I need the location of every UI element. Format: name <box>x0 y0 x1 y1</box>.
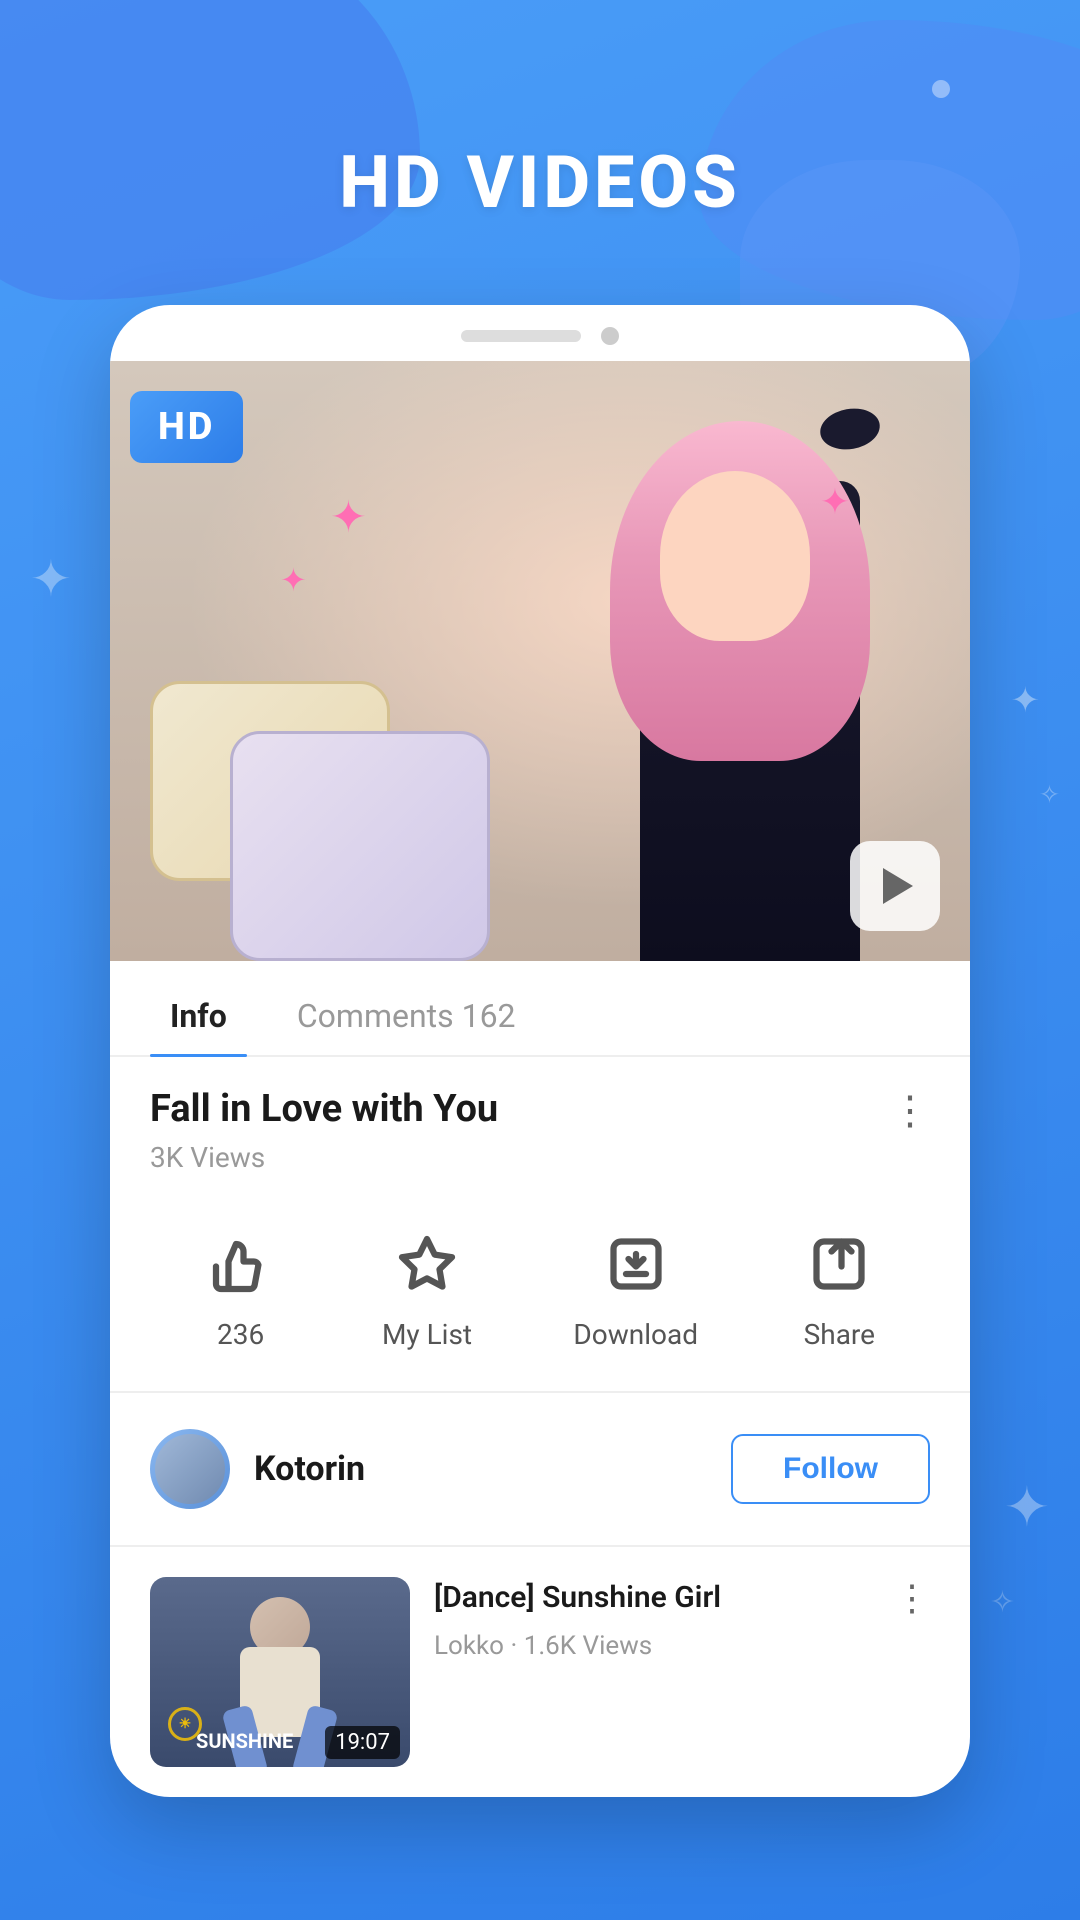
video-duration: 19:07 <box>325 1726 400 1759</box>
avatar-image <box>155 1434 225 1504</box>
hd-badge: HD <box>130 391 243 463</box>
sunshine-text: SUNSHINE <box>196 1729 293 1753</box>
tab-comments[interactable]: Comments 162 <box>277 971 536 1055</box>
actions-row: 236 My List Download <box>110 1204 970 1393</box>
notch-pill <box>461 330 581 342</box>
sunshine-label-row: ☀ SUNSHINE <box>160 1729 293 1753</box>
video-thumbnail[interactable]: ✦ ✦ ✦ HD <box>110 361 970 961</box>
page-title: HD VIDEOS <box>0 0 1080 225</box>
related-video-meta: Lokko · 1.6K Views <box>434 1631 870 1661</box>
sunshine-circle: ☀ <box>168 1707 202 1741</box>
share-action[interactable]: Share <box>799 1224 879 1351</box>
notch-dot <box>601 327 619 345</box>
mylist-label: My List <box>382 1318 472 1351</box>
related-thumbnail: ☀ SUNSHINE 19:07 <box>150 1577 410 1767</box>
play-triangle-icon <box>883 868 913 904</box>
sparkle-icon-4: ✦ <box>1004 1475 1050 1540</box>
pink-sparkle-2: ✦ <box>280 561 307 599</box>
tabs-row: Info Comments 162 <box>110 971 970 1057</box>
related-video-title: [Dance] Sunshine Girl <box>434 1577 870 1619</box>
like-count: 236 <box>217 1318 264 1351</box>
like-action[interactable]: 236 <box>201 1224 281 1351</box>
pink-sparkle-3: ✦ <box>820 481 850 523</box>
video-title-row: Fall in Love with You ⋮ <box>110 1057 970 1141</box>
mylist-action[interactable]: My List <box>382 1224 472 1351</box>
share-icon <box>799 1224 879 1304</box>
more-options-button[interactable]: ⋮ <box>890 1087 930 1131</box>
tab-info[interactable]: Info <box>150 971 247 1055</box>
sparkle-icon-5: ✧ <box>990 1585 1015 1620</box>
char-bow <box>817 404 883 454</box>
view-count: 3K Views <box>110 1141 970 1204</box>
pink-sparkle-1: ✦ <box>330 491 367 543</box>
download-label: Download <box>573 1318 698 1351</box>
creator-name: Kotorin <box>254 1449 365 1489</box>
related-info: [Dance] Sunshine Girl Lokko · 1.6K Views <box>434 1577 870 1661</box>
download-action[interactable]: Download <box>573 1224 698 1351</box>
phone-top-bar <box>110 305 970 361</box>
follow-button[interactable]: Follow <box>731 1434 930 1504</box>
creator-row: Kotorin Follow <box>110 1393 970 1547</box>
related-video[interactable]: ☀ SUNSHINE 19:07 [Dance] Sunshine Girl L… <box>110 1547 970 1797</box>
play-button[interactable] <box>850 841 940 931</box>
creator-info: Kotorin <box>150 1429 365 1509</box>
mylist-icon <box>387 1224 467 1304</box>
phone-mockup: ✦ ✦ ✦ HD Info Comments 162 Fall in Love … <box>110 305 970 1797</box>
related-more-button[interactable]: ⋮ <box>894 1577 930 1619</box>
sparkle-icon-3: ✧ <box>1039 780 1060 810</box>
share-label: Share <box>804 1318 875 1351</box>
download-icon <box>596 1224 676 1304</box>
pillow-2 <box>230 731 490 961</box>
char-face <box>660 471 810 641</box>
video-title: Fall in Love with You <box>150 1087 498 1131</box>
sparkle-icon-2: ✦ <box>1011 680 1040 721</box>
sparkle-icon-1: ✦ <box>30 550 72 609</box>
like-icon <box>201 1224 281 1304</box>
sunshine-icon: ☀ <box>179 1716 192 1732</box>
creator-avatar <box>150 1429 230 1509</box>
